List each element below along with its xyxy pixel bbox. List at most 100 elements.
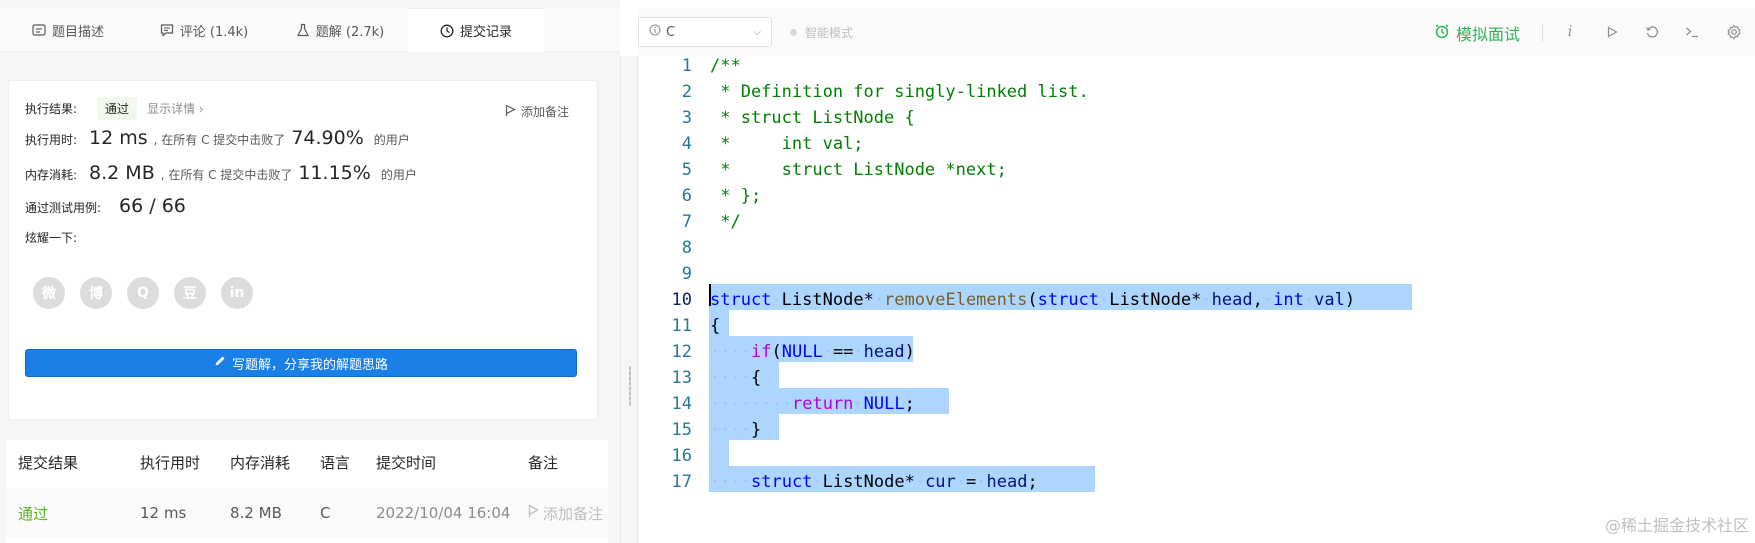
result-row: 执行结果: 通过 显示详情 ›: [25, 97, 204, 120]
code-line: * struct ListNode *next;: [710, 160, 1007, 180]
editor-toolbar: C ⌵ 智能模式 模拟面试 i: [638, 8, 1755, 56]
toggle-dot-icon: [790, 29, 797, 36]
line-number: 6: [681, 186, 692, 206]
code-line: {: [710, 316, 721, 336]
code-line: ····if(NULL·==·head): [710, 342, 915, 362]
table-row[interactable]: 通过 12 ms 8.2 MB C 2022/10/04 16:04 添加备注: [6, 488, 608, 538]
tab-solutions-label: 题解 (2.7k): [315, 24, 385, 40]
flask-icon: [296, 23, 310, 37]
tab-comments-label: 评论 (1.4k): [179, 24, 249, 40]
share-label: 炫耀一下:: [25, 231, 78, 245]
row-language: C: [320, 504, 331, 522]
share-buttons: 微 博 Q 豆 in: [33, 277, 253, 309]
runtime-label: 执行用时:: [25, 133, 78, 147]
runtime-users: 的用户: [373, 133, 410, 147]
table-header: 提交结果 执行用时 内存消耗 语言 提交时间 备注: [6, 440, 608, 484]
weibo-icon[interactable]: 博: [80, 277, 112, 309]
description-icon: [32, 23, 46, 37]
panel-resizer[interactable]: [620, 56, 638, 543]
toolbar-divider: [1542, 24, 1543, 42]
line-number: 17: [671, 472, 692, 492]
row-memory: 8.2 MB: [230, 504, 282, 522]
flag-icon: [528, 504, 539, 522]
line-number: 4: [681, 134, 692, 154]
info-circle-icon: [649, 24, 661, 40]
show-details-link[interactable]: 显示详情 ›: [147, 100, 204, 117]
code-line: */: [710, 212, 741, 232]
code-line: ····struct·ListNode*·cur·=·head;: [710, 472, 1038, 492]
qq-icon[interactable]: Q: [127, 277, 159, 309]
line-number: 2: [681, 82, 692, 102]
code-line: /**: [710, 56, 741, 76]
alarm-clock-icon: [1434, 23, 1450, 43]
code-line: ····{: [710, 368, 762, 388]
memory-percent: 11.15%: [298, 162, 371, 184]
line-number: 13: [671, 368, 692, 388]
row-add-note[interactable]: 添加备注: [528, 503, 603, 524]
settings-icon[interactable]: [1722, 20, 1746, 44]
line-number: 9: [681, 264, 692, 284]
wechat-icon[interactable]: 微: [33, 277, 65, 309]
terminal-icon[interactable]: [1680, 20, 1704, 44]
header-language: 语言: [320, 453, 351, 472]
flag-icon: [505, 104, 516, 120]
linkedin-icon[interactable]: in: [221, 277, 253, 309]
tab-comments[interactable]: 评论 (1.4k): [136, 8, 272, 52]
code-line: * struct ListNode {: [710, 108, 915, 128]
line-number: 5: [681, 160, 692, 180]
submissions-table: 提交结果 执行用时 内存消耗 语言 提交时间 备注 通过 12 ms 8.2 M…: [6, 440, 608, 543]
row-submit-time: 2022/10/04 16:04: [376, 504, 511, 522]
tests-label: 通过测试用例:: [25, 201, 102, 215]
code-line: ········return·NULL;: [710, 394, 915, 414]
play-icon[interactable]: [1600, 20, 1624, 44]
memory-desc: , 在所有 C 提交中击败了: [160, 168, 293, 182]
douban-icon[interactable]: 豆: [174, 277, 206, 309]
smart-mode-label: 智能模式: [805, 26, 854, 40]
reset-icon[interactable]: [1640, 20, 1664, 44]
line-number: 14: [671, 394, 692, 414]
line-number: 15: [671, 420, 692, 440]
line-number: 12: [671, 342, 692, 362]
header-time: 提交时间: [376, 453, 437, 472]
left-panel: 题目描述 评论 (1.4k) 题解 (2.7k) 提交记录 执行结果: 通过 显…: [0, 0, 620, 543]
share-label-row: 炫耀一下:: [25, 229, 89, 246]
tab-description-label: 题目描述: [51, 24, 104, 40]
runtime-value: 12 ms: [89, 127, 148, 149]
tests-row: 通过测试用例: 66 / 66: [25, 195, 192, 217]
chevron-down-icon: ⌵: [753, 26, 761, 38]
tab-description[interactable]: 题目描述: [0, 8, 136, 52]
memory-label: 内存消耗:: [25, 168, 78, 182]
mock-interview-label: 模拟面试: [1456, 25, 1521, 44]
header-memory: 内存消耗: [230, 453, 291, 472]
code-editor[interactable]: 1 2 3 4 5 6 7 8 9 10 11 12 13 14 15 16 1…: [638, 56, 1755, 543]
language-select[interactable]: C ⌵: [638, 17, 772, 47]
line-number: 8: [681, 238, 692, 258]
watermark: @稀土掘金技术社区: [1604, 516, 1749, 535]
runtime-row: 执行用时: 12 ms , 在所有 C 提交中击败了 74.90% 的用户: [25, 127, 410, 149]
selection-line-16: [709, 440, 729, 466]
code-line: * };: [710, 186, 762, 206]
add-note-label: 添加备注: [520, 105, 569, 119]
smart-mode-toggle[interactable]: 智能模式: [790, 24, 853, 41]
row-add-note-label: 添加备注: [543, 504, 604, 523]
write-solution-button[interactable]: 写题解，分享我的解题思路: [25, 349, 577, 377]
memory-row: 内存消耗: 8.2 MB , 在所有 C 提交中击败了 11.15% 的用户: [25, 162, 417, 184]
line-number: 11: [671, 316, 692, 336]
code-line: ····}: [710, 420, 762, 440]
line-number: 16: [671, 446, 692, 466]
memory-value: 8.2 MB: [89, 162, 155, 184]
resize-grip-icon: [629, 366, 631, 406]
problem-tabs: 题目描述 评论 (1.4k) 题解 (2.7k) 提交记录: [0, 8, 620, 52]
memory-users: 的用户: [380, 168, 417, 182]
row-result-link[interactable]: 通过: [18, 503, 48, 524]
mock-interview-button[interactable]: 模拟面试: [1434, 21, 1520, 45]
tab-submissions[interactable]: 提交记录: [408, 8, 544, 52]
status-badge: 通过: [97, 97, 138, 120]
info-icon[interactable]: i: [1558, 20, 1582, 44]
add-note-button[interactable]: 添加备注: [505, 103, 569, 120]
clock-icon: [440, 24, 454, 38]
write-solution-label: 写题解，分享我的解题思路: [231, 357, 388, 373]
line-number: 1: [681, 56, 692, 76]
tab-submissions-label: 提交记录: [459, 25, 512, 40]
tab-solutions[interactable]: 题解 (2.7k): [272, 8, 408, 52]
